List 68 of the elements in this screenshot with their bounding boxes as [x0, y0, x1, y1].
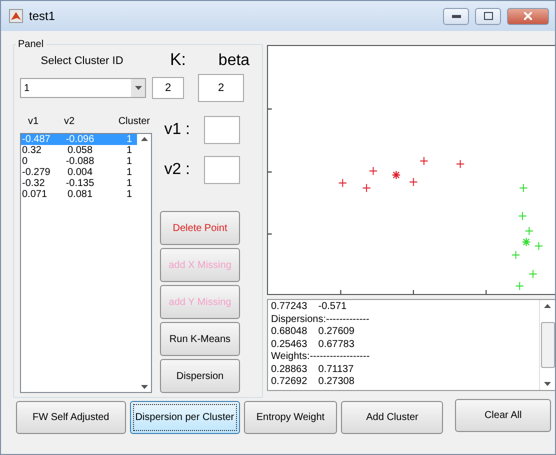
- data-list[interactable]: -0.487 -0.096 1 0.32 0.058 1 0 -0.088 1 -0.279 0.004 1 -0.32 -0.135 1 0.071 0.081 1: [20, 133, 152, 393]
- beta-field[interactable]: 2: [198, 74, 244, 102]
- output-line: Dispersions:-------------: [271, 314, 370, 326]
- k-field[interactable]: 2: [152, 77, 184, 99]
- list-cell-text: -0.279: [22, 167, 52, 178]
- list-cell-text: 0.081: [66, 189, 94, 200]
- list-cell-text: 1: [125, 134, 132, 145]
- minimize-icon: [452, 14, 460, 18]
- column-header: v2: [64, 116, 76, 127]
- scroll-up-icon[interactable]: [140, 137, 148, 141]
- maximize-icon: [484, 12, 492, 20]
- scroll-down-icon[interactable]: [140, 385, 148, 389]
- output-line: 0.25463 0.67783: [271, 338, 356, 351]
- bottom-button[interactable]: FW Self Adjusted: [16, 401, 126, 434]
- bottom-button[interactable]: Add Cluster: [341, 401, 444, 434]
- action-button[interactable]: Run K-Means: [160, 322, 240, 356]
- scroll-thumb[interactable]: [540, 322, 554, 368]
- minimize-button[interactable]: [443, 8, 469, 24]
- panel-title: Panel: [17, 39, 45, 50]
- window-title: test1: [29, 9, 56, 23]
- output-line: 0.28863 0.71137: [271, 364, 355, 376]
- action-button[interactable]: Dispersion: [160, 359, 240, 393]
- list-cell-text: 0.004: [66, 167, 94, 178]
- list-cell-text: -0.487: [22, 134, 52, 145]
- list-cell-text: 1: [125, 145, 132, 156]
- list-cell-text: 1: [125, 189, 132, 200]
- list-cell-text: 0.071: [22, 189, 48, 200]
- list-cell-text: 1: [125, 178, 132, 189]
- action-button[interactable]: Delete Point: [160, 211, 240, 245]
- list-row[interactable]: 0.071 0.081 1: [21, 189, 137, 200]
- list-row[interactable]: -0.279 0.004 1: [21, 167, 137, 178]
- v2-field[interactable]: [204, 156, 240, 184]
- list-cell-text: 1: [125, 156, 132, 167]
- bottom-button[interactable]: Entropy Weight: [244, 401, 338, 434]
- column-header: Cluster: [117, 116, 150, 127]
- list-cell-text: -0.096: [64, 134, 96, 145]
- list-cell-text: 0: [22, 156, 29, 167]
- v1-label: v1 :: [164, 121, 190, 139]
- close-icon: [524, 12, 532, 20]
- list-cell-text: 1: [125, 167, 132, 178]
- close-button[interactable]: [507, 8, 549, 24]
- list-row[interactable]: -0.32 -0.135 1: [21, 178, 137, 189]
- list-cell-text: -0.088: [64, 156, 96, 167]
- output-line: 0.68048 0.27609: [271, 326, 356, 338]
- cluster-select-label: Select Cluster ID: [40, 55, 124, 67]
- list-row[interactable]: 0 -0.088 1: [21, 156, 137, 167]
- list-cell-text: 0.32: [22, 145, 42, 156]
- bottom-button[interactable]: Dispersion per Cluster: [130, 401, 240, 434]
- list-cell-text: -0.32: [22, 178, 46, 189]
- maximize-button[interactable]: [475, 8, 501, 24]
- k-label: K:: [168, 50, 188, 70]
- v1-field[interactable]: [204, 116, 240, 144]
- output-line: 0.77243 -0.571: [271, 301, 348, 314]
- app-icon: [9, 9, 23, 23]
- scroll-down-icon[interactable]: [544, 382, 551, 386]
- cluster-select[interactable]: 1: [20, 78, 146, 98]
- output-line: 0.72692 0.27308: [271, 376, 356, 388]
- bottom-button[interactable]: Clear All: [455, 399, 551, 432]
- list-cell-text: -0.135: [64, 178, 96, 189]
- beta-label: beta: [217, 52, 251, 70]
- scrollbar[interactable]: [539, 300, 555, 390]
- output-line: Weights:------------------: [271, 351, 371, 364]
- list-cell-text: 0.058: [66, 145, 94, 156]
- column-header: v1: [28, 116, 40, 127]
- v2-label: v2 :: [164, 161, 190, 179]
- scroll-up-icon[interactable]: [544, 304, 551, 308]
- list-row[interactable]: 0.32 0.058 1: [21, 145, 137, 156]
- dropdown-arrow-icon[interactable]: [134, 86, 142, 90]
